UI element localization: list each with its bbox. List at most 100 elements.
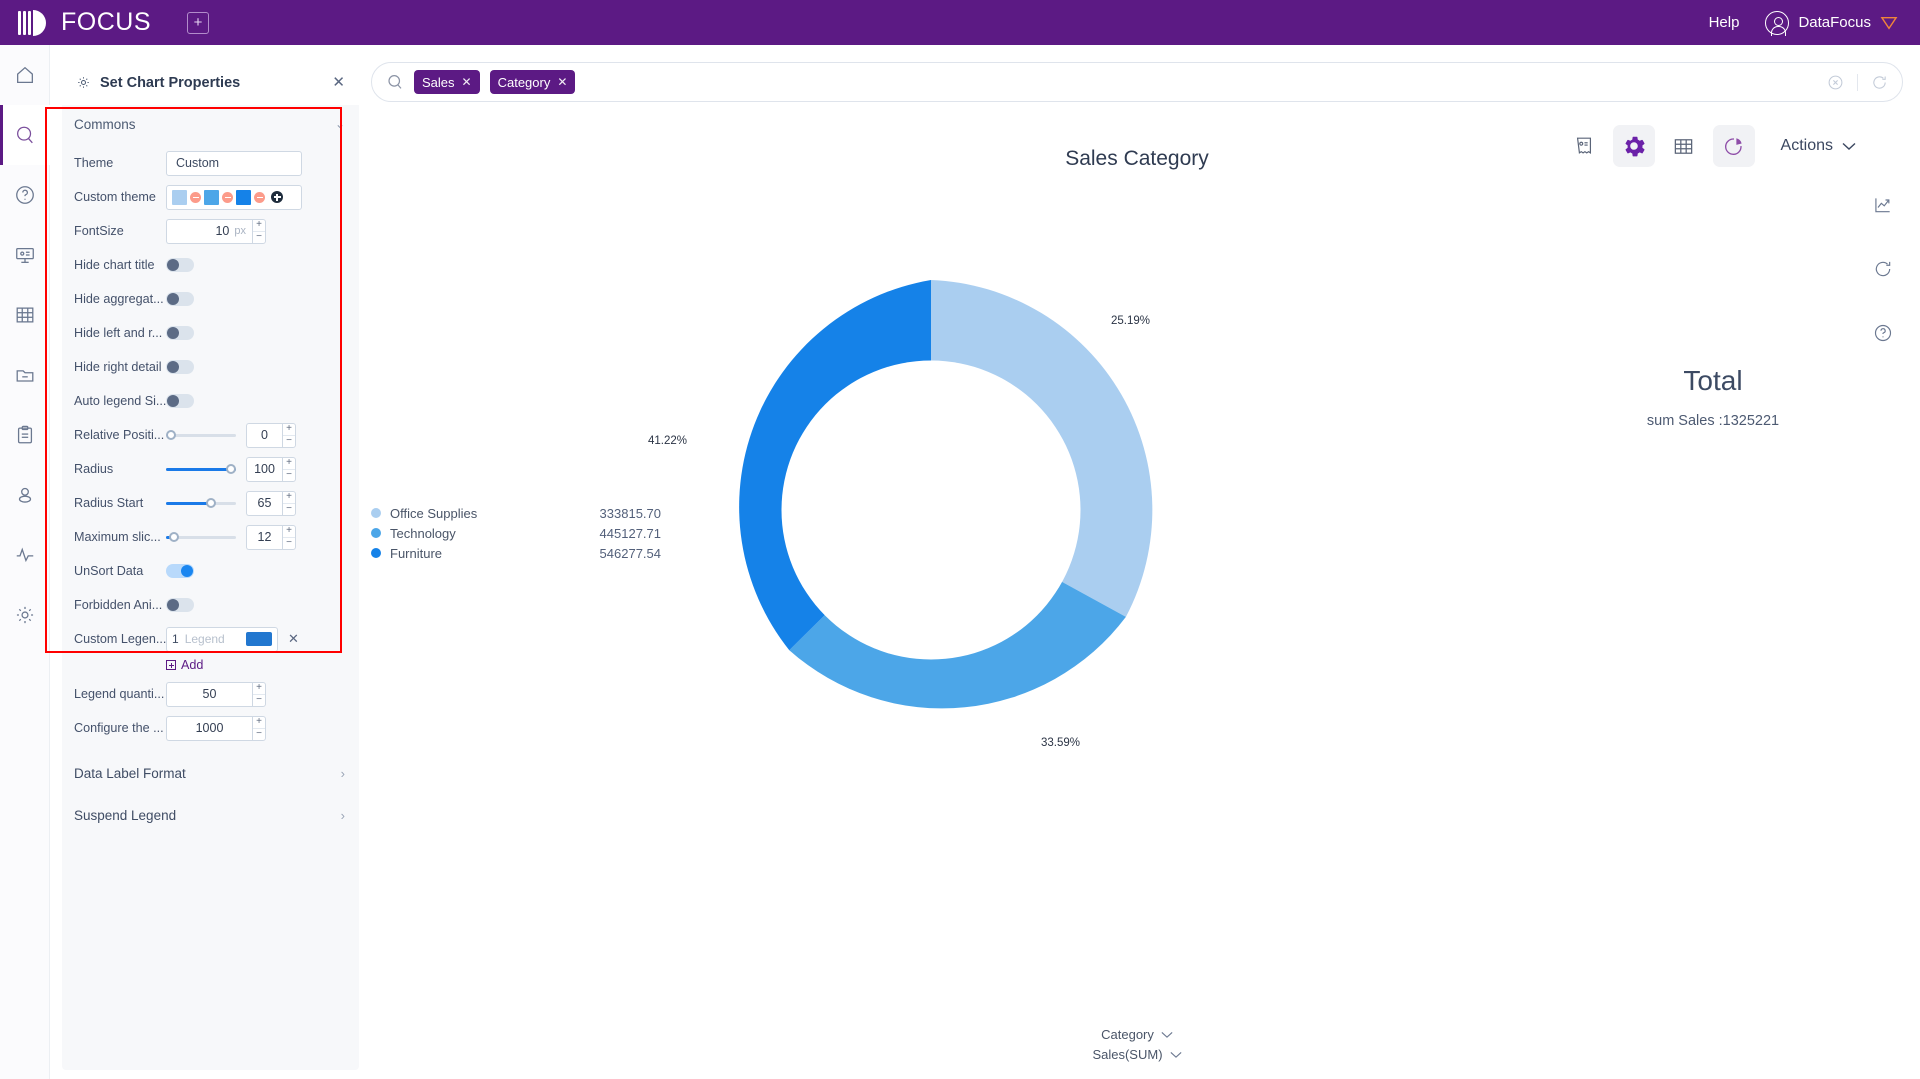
configure-the-stepper[interactable]: 1000 + − (166, 715, 266, 741)
sidebar-item-home[interactable] (0, 45, 50, 105)
focus-logo-icon (18, 9, 52, 37)
close-icon[interactable]: ✕ (288, 631, 299, 647)
plus-circle-icon[interactable] (271, 191, 283, 203)
radius-slider[interactable] (166, 462, 236, 476)
increment-button[interactable]: + (283, 526, 295, 538)
decrement-button[interactable]: − (253, 695, 265, 706)
sidebar-item-table[interactable] (0, 285, 50, 345)
configure-the-input[interactable]: 1000 (166, 715, 252, 741)
axis-measure[interactable]: Sales(SUM) (371, 1047, 1903, 1062)
hide-aggregate-toggle[interactable] (166, 292, 194, 306)
minus-circle-icon[interactable] (222, 191, 233, 203)
sidebar-item-presentation[interactable] (0, 225, 50, 285)
legend-quantity-spinner[interactable]: + − (252, 681, 266, 707)
maximum-slice-slider[interactable] (166, 530, 236, 544)
close-icon[interactable]: ✕ (557, 75, 567, 89)
question-circle-icon[interactable] (1873, 323, 1893, 343)
font-size-input[interactable]: 10 px (166, 218, 252, 244)
increment-button[interactable]: + (283, 492, 295, 504)
legend-item[interactable]: Office Supplies 333815.70 (371, 503, 661, 523)
prop-radius: Radius 100 + − (62, 453, 359, 485)
increment-button[interactable]: + (253, 717, 265, 729)
section-commons[interactable]: Commons ⌄ (62, 105, 359, 143)
sidebar-item-search[interactable] (0, 105, 50, 165)
minus-circle-icon[interactable] (254, 191, 265, 203)
decrement-button[interactable]: − (283, 538, 295, 549)
hide-right-detail-toggle[interactable] (166, 360, 194, 374)
theme-select[interactable]: Custom (166, 150, 302, 176)
clear-circle-icon[interactable] (1827, 74, 1844, 91)
radius-start-input[interactable]: 65 (246, 490, 282, 516)
chart-canvas: Actions Sales Category 25.19% 33.59% 41.… (371, 115, 1903, 1070)
legend-quantity-input[interactable]: 50 (166, 681, 252, 707)
color-swatch-1[interactable] (172, 189, 187, 205)
custom-legend-color-chip[interactable] (246, 632, 272, 646)
sidebar-item-monitor[interactable] (0, 525, 50, 585)
close-icon[interactable]: ✕ (462, 75, 472, 89)
legend-item[interactable]: Furniture 546277.54 (371, 543, 661, 563)
decrement-button[interactable]: − (253, 232, 265, 243)
radius-start-stepper[interactable]: 65 + − (246, 490, 296, 516)
hide-left-right-toggle[interactable] (166, 326, 194, 340)
font-size-spinner[interactable]: + − (252, 218, 266, 244)
increment-button[interactable]: + (283, 458, 295, 470)
legend-quantity-stepper[interactable]: 50 + − (166, 681, 266, 707)
radius-input[interactable]: 100 (246, 456, 282, 482)
decrement-button[interactable]: − (283, 436, 295, 447)
radius-spinner[interactable]: + − (282, 456, 296, 482)
sidebar-item-settings[interactable] (0, 585, 50, 645)
unsort-data-toggle[interactable] (166, 564, 194, 578)
search-tag-label: Category (497, 74, 551, 90)
refresh-icon[interactable] (1871, 74, 1888, 91)
maximum-slice-stepper[interactable]: 12 + − (246, 524, 296, 550)
decrement-button[interactable]: − (253, 729, 265, 740)
relative-position-slider[interactable] (166, 428, 236, 442)
prop-hide-chart-title: Hide chart title (62, 249, 359, 281)
sidebar-item-user[interactable] (0, 465, 50, 525)
refresh-icon[interactable] (1873, 259, 1893, 279)
section-data-label-format[interactable]: Data Label Format › (62, 752, 359, 794)
custom-theme-swatches[interactable] (166, 184, 302, 210)
sidebar-item-clipboard[interactable] (0, 405, 50, 465)
maximum-slice-input[interactable]: 12 (246, 524, 282, 550)
section-suspend-legend[interactable]: Suspend Legend › (62, 794, 359, 836)
minus-circle-icon[interactable] (190, 191, 201, 203)
chevron-down-icon: ⌄ (334, 117, 345, 131)
trend-chart-icon[interactable] (1873, 195, 1893, 215)
search-tag-sales[interactable]: Sales ✕ (414, 70, 480, 94)
user-menu[interactable]: DataFocus (1765, 10, 1898, 36)
plus-square-icon[interactable]: + (187, 11, 209, 34)
forbidden-animation-toggle[interactable] (166, 598, 194, 612)
radius-start-spinner[interactable]: + − (282, 490, 296, 516)
close-icon[interactable]: ✕ (332, 75, 345, 90)
search-bar[interactable]: Sales ✕ Category ✕ (371, 62, 1903, 102)
increment-button[interactable]: + (283, 424, 295, 436)
radius-stepper[interactable]: 100 + − (246, 456, 296, 482)
hide-chart-title-toggle[interactable] (166, 258, 194, 272)
legend-item[interactable]: Technology 445127.71 (371, 523, 661, 543)
brand-logo[interactable]: FOCUS (18, 8, 151, 37)
custom-legend-row[interactable]: 1 Legend (166, 626, 278, 652)
sidebar-item-folder[interactable] (0, 345, 50, 405)
color-swatch-3[interactable] (236, 189, 251, 205)
donut-chart[interactable] (681, 260, 1181, 760)
radius-start-slider[interactable] (166, 496, 236, 510)
decrement-button[interactable]: − (283, 504, 295, 515)
axis-category[interactable]: Category (371, 1027, 1903, 1042)
color-swatch-2[interactable] (204, 189, 219, 205)
search-tag-category[interactable]: Category ✕ (489, 70, 576, 94)
increment-button[interactable]: + (253, 683, 265, 695)
increment-button[interactable]: + (253, 220, 265, 232)
add-legend-button[interactable]: Add (166, 658, 359, 672)
maximum-slice-spinner[interactable]: + − (282, 524, 296, 550)
help-link[interactable]: Help (1709, 14, 1740, 31)
relative-position-spinner[interactable]: + − (282, 422, 296, 448)
relative-position-input[interactable]: 0 (246, 422, 282, 448)
custom-legend-input[interactable]: Legend (185, 632, 225, 646)
sidebar-item-help[interactable] (0, 165, 50, 225)
configure-the-spinner[interactable]: + − (252, 715, 266, 741)
auto-legend-size-toggle[interactable] (166, 394, 194, 408)
decrement-button[interactable]: − (283, 470, 295, 481)
font-size-stepper[interactable]: 10 px + − (166, 218, 266, 244)
relative-position-stepper[interactable]: 0 + − (246, 422, 296, 448)
